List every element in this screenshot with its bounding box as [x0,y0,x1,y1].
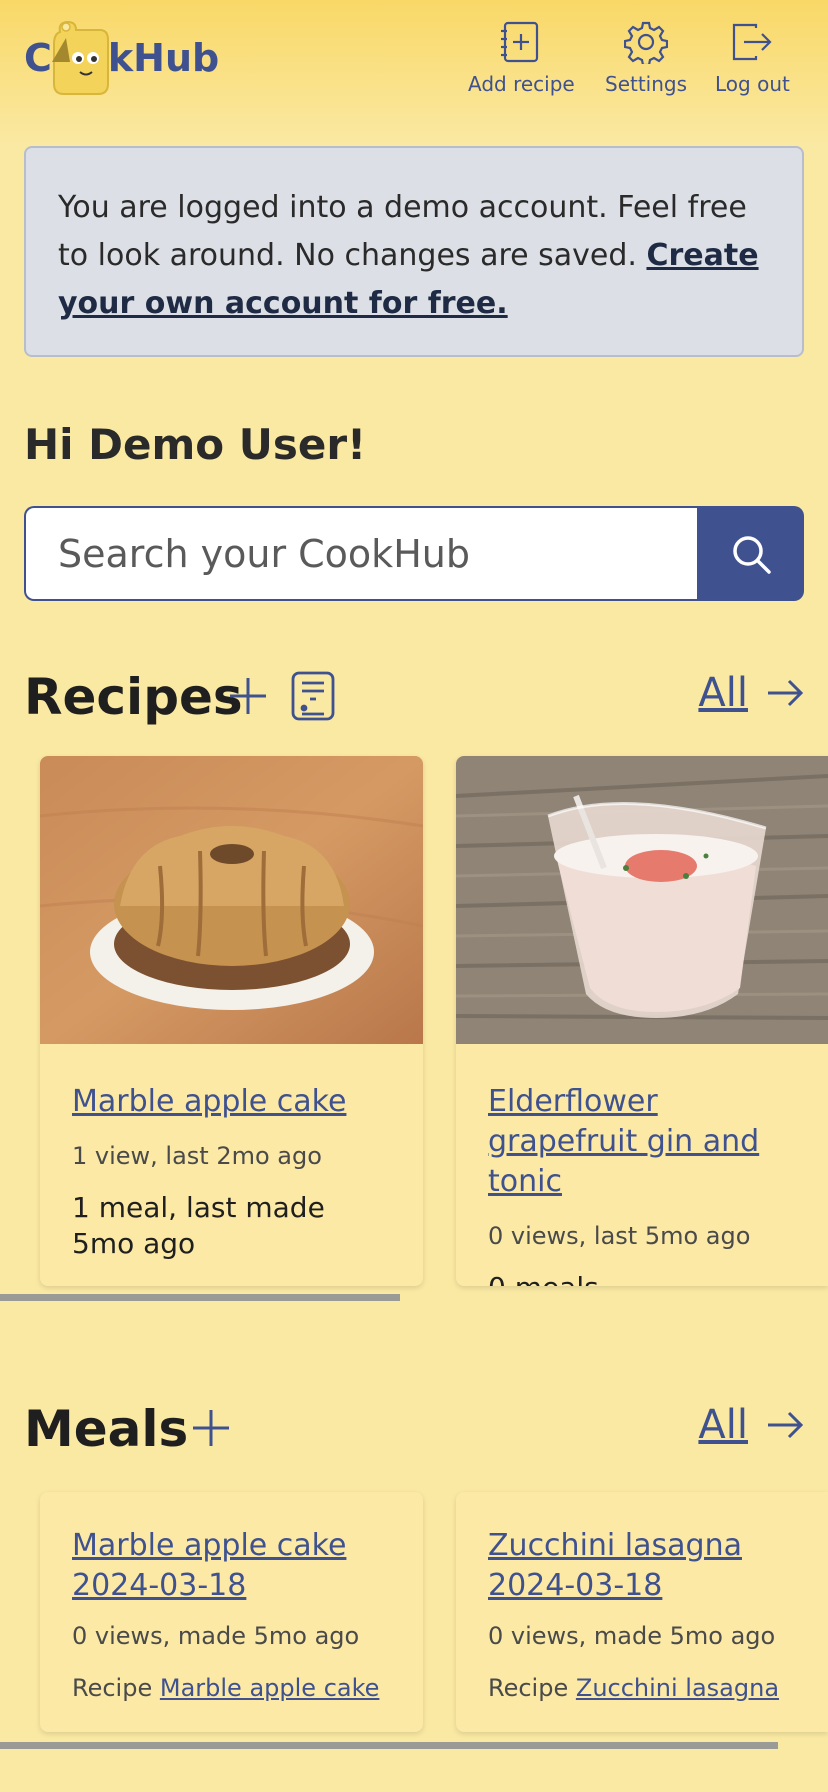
gear-icon [624,21,669,64]
recipe-meals: 0 meals [488,1270,796,1286]
cookhub-logo[interactable]: C kHub [24,18,224,98]
meal-views: 0 views, made 5mo ago [72,1622,360,1650]
recipe-card[interactable]: Marble apple cake 1 view, last 2mo ago 1… [40,756,423,1286]
demo-account-banner: You are logged into a demo account. Feel… [24,146,804,357]
meal-recipe-link[interactable]: Zucchini lasagna [576,1674,779,1702]
recipe-title-link[interactable]: Elderflower grapefruit gin and tonic [488,1082,796,1202]
search-input[interactable] [24,506,697,601]
recipes-all-link[interactable]: All [698,670,804,716]
meals-all-label: All [698,1402,748,1448]
recipes-all-label: All [698,670,748,716]
meals-scrollbar[interactable] [0,1742,778,1749]
logo-suffix: kHub [107,36,220,80]
recipe-title-link[interactable]: Marble apple cake [72,1082,391,1122]
meals-heading: Meals [24,1400,189,1458]
search-button[interactable] [697,506,804,601]
search-bar [24,506,804,601]
meal-recipe-link[interactable]: Marble apple cake [160,1674,380,1702]
arrow-right-icon [768,1411,804,1439]
recipe-meals: 1 meal, last made 5mo ago [72,1191,325,1260]
meal-recipe: Recipe Marble apple cake [72,1674,391,1702]
meal-recipe-prefix: Recipe [72,1674,153,1702]
meal-views: 0 views, made 5mo ago [488,1622,776,1650]
logo-text: C kHub [24,18,219,98]
add-recipe-icon [501,21,539,63]
meal-title-link[interactable]: Zucchini lasagna 2024-03-18 [488,1526,796,1606]
recipe-card-body: Elderflower grapefruit gin and tonic 0 v… [456,1048,828,1286]
banner-text: You are logged into a demo account. Feel… [58,190,747,273]
meal-title-link[interactable]: Marble apple cake 2024-03-18 [72,1526,391,1606]
settings-label: Settings [605,72,688,96]
meals-all-link[interactable]: All [698,1402,804,1448]
recipe-views: 1 view, last 2mo ago [72,1142,322,1170]
recipe-views: 0 views, last 5mo ago [488,1222,751,1250]
drink-photo [456,756,828,1044]
recipe-card[interactable]: Elderflower grapefruit gin and tonic 0 v… [456,756,828,1286]
cake-photo [40,756,423,1044]
scan-recipe-icon [291,671,335,721]
recipes-heading: Recipes [24,668,243,726]
add-meal-button[interactable] [191,1408,231,1452]
arrow-right-icon [768,679,804,707]
greeting-heading: Hi Demo User! [24,420,367,469]
meal-recipe: Recipe Zucchini lasagna [488,1674,796,1702]
meal-recipe-prefix: Recipe [488,1674,569,1702]
app-header: C kHub Add recipe Settings Log out [0,0,828,145]
plus-icon [230,678,266,714]
meal-card[interactable]: Marble apple cake 2024-03-18 0 views, ma… [40,1492,423,1732]
settings-button[interactable]: Settings [605,20,687,96]
search-icon [732,535,771,574]
recipes-scrollbar[interactable] [0,1294,400,1301]
mascot-icon [51,20,109,95]
meal-card-body: Marble apple cake 2024-03-18 0 views, ma… [40,1492,423,1726]
scan-recipe-button[interactable] [290,670,336,726]
add-recipe-plus-button[interactable] [228,676,268,720]
logout-icon [733,23,772,61]
logout-button[interactable]: Log out [715,20,790,96]
add-recipe-label: Add recipe [468,72,575,96]
recipe-card-body: Marble apple cake 1 view, last 2mo ago 1… [40,1048,423,1286]
meal-card[interactable]: Zucchini lasagna 2024-03-18 0 views, mad… [456,1492,828,1732]
plus-icon [193,1410,229,1446]
add-recipe-button[interactable]: Add recipe [468,20,575,96]
logout-label: Log out [715,72,790,96]
meal-card-body: Zucchini lasagna 2024-03-18 0 views, mad… [456,1492,828,1726]
